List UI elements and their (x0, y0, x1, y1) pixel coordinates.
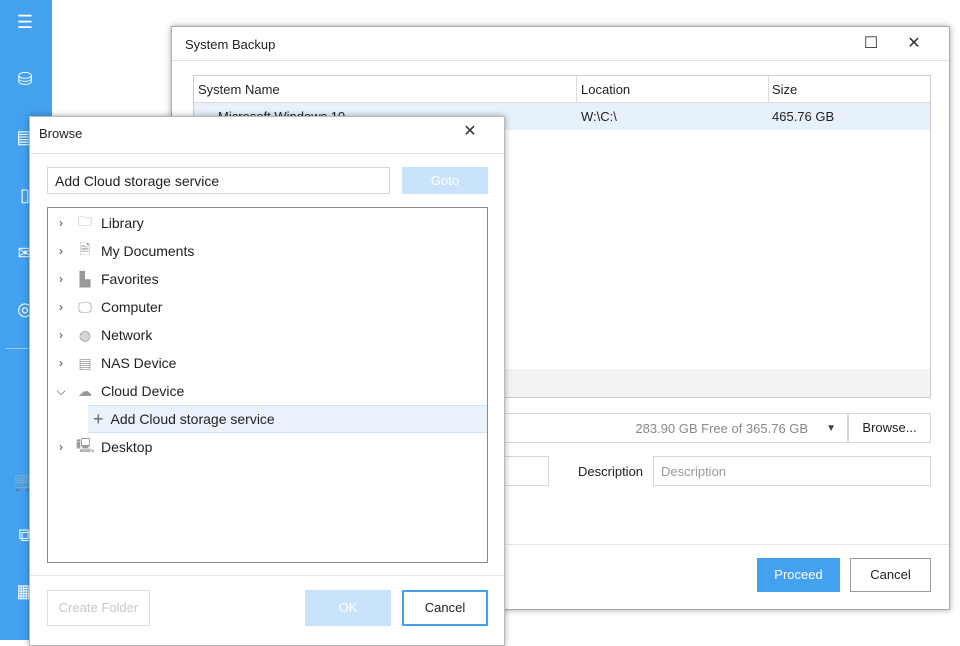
tree-item-add-cloud[interactable]: + Add Cloud storage service (88, 405, 487, 433)
network-icon: ◍ (76, 327, 94, 344)
size: 465.76 GB (772, 109, 834, 124)
close-button[interactable]: ✕ (902, 33, 926, 55)
favorites-icon: ▙ (76, 271, 94, 288)
cloud-icon: ☁ (76, 383, 94, 400)
tree-item-label: My Documents (101, 243, 194, 259)
tree-item[interactable]: › ◍ Network (48, 321, 487, 349)
browse-button[interactable]: Browse... (848, 413, 931, 443)
divider (172, 60, 949, 61)
table-header: System Name Location Size (194, 76, 930, 103)
tree-item-label: Desktop (101, 439, 152, 455)
col-system-name[interactable]: System Name (198, 82, 280, 97)
chevron-right-icon[interactable]: › (54, 244, 68, 258)
chevron-right-icon[interactable]: › (54, 440, 68, 454)
tree-item-label: Library (101, 215, 144, 231)
tree-item-label: NAS Device (101, 355, 176, 371)
dialog-title: System Backup (185, 37, 275, 52)
chevron-right-icon[interactable]: › (54, 216, 68, 230)
description-input[interactable]: Description (653, 456, 931, 486)
destination-dropdown[interactable]: 283.90 GB Free of 365.76 GB ▼ (492, 413, 848, 443)
path-input[interactable]: Add Cloud storage service (47, 167, 390, 194)
tree-item[interactable]: › 🗎 My Documents (48, 237, 487, 265)
folder-tree: › 🗀 Library › 🗎 My Documents › ▙ Favorit… (47, 207, 488, 563)
plus-icon: + (93, 409, 104, 430)
tree-item[interactable]: › 🗀 Library (48, 209, 487, 237)
folder-icon: 🗀 (76, 211, 94, 235)
col-size[interactable]: Size (772, 82, 797, 97)
description-label: Description (578, 464, 643, 479)
close-button[interactable]: ✕ (458, 121, 482, 143)
col-location[interactable]: Location (581, 82, 630, 97)
nas-icon: ▤ (76, 355, 94, 372)
cancel-button[interactable]: Cancel (402, 590, 488, 626)
goto-button[interactable]: Goto (402, 167, 488, 194)
tree-item[interactable]: › 🖵 Computer (48, 293, 487, 321)
divider (30, 575, 504, 576)
tree-item-label: Computer (101, 299, 162, 315)
menu-icon[interactable]: ☰ (13, 11, 37, 33)
chevron-right-icon[interactable]: › (54, 328, 68, 342)
chevron-right-icon[interactable]: › (54, 300, 68, 314)
browse-dialog: Browse ✕ Add Cloud storage service Goto … (29, 116, 505, 646)
computer-icon: 🖵 (76, 299, 94, 316)
tree-item[interactable]: › 🖳 Desktop (48, 433, 487, 461)
proceed-button[interactable]: Proceed (757, 558, 840, 592)
maximize-button[interactable]: ☐ (859, 33, 883, 55)
desktop-icon: 🖳 (76, 435, 94, 459)
location: W:\C:\ (581, 109, 617, 124)
tree-item[interactable]: ⌵ ☁ Cloud Device (48, 377, 487, 405)
chevron-right-icon[interactable]: › (54, 356, 68, 370)
divider (30, 153, 504, 154)
tree-item-label: Network (101, 327, 152, 343)
tree-item-label: Add Cloud storage service (111, 411, 275, 427)
tree-item-label: Cloud Device (101, 383, 184, 399)
dialog-title: Browse (39, 126, 82, 141)
tree-item[interactable]: › ▙ Favorites (48, 265, 487, 293)
destination-free: 283.90 GB Free of 365.76 GB (635, 421, 808, 436)
chevron-right-icon[interactable]: › (54, 272, 68, 286)
cancel-button[interactable]: Cancel (850, 558, 931, 592)
tree-item-label: Favorites (101, 271, 159, 287)
document-icon: 🗎 (76, 239, 94, 263)
dropdown-arrow-icon: ▼ (826, 423, 836, 434)
chevron-down-icon[interactable]: ⌵ (54, 384, 68, 399)
ok-button[interactable]: OK (305, 590, 391, 626)
tree-item[interactable]: › ▤ NAS Device (48, 349, 487, 377)
disk-backup-icon[interactable]: ⛁ (13, 68, 37, 90)
create-folder-button[interactable]: Create Folder (47, 590, 150, 626)
